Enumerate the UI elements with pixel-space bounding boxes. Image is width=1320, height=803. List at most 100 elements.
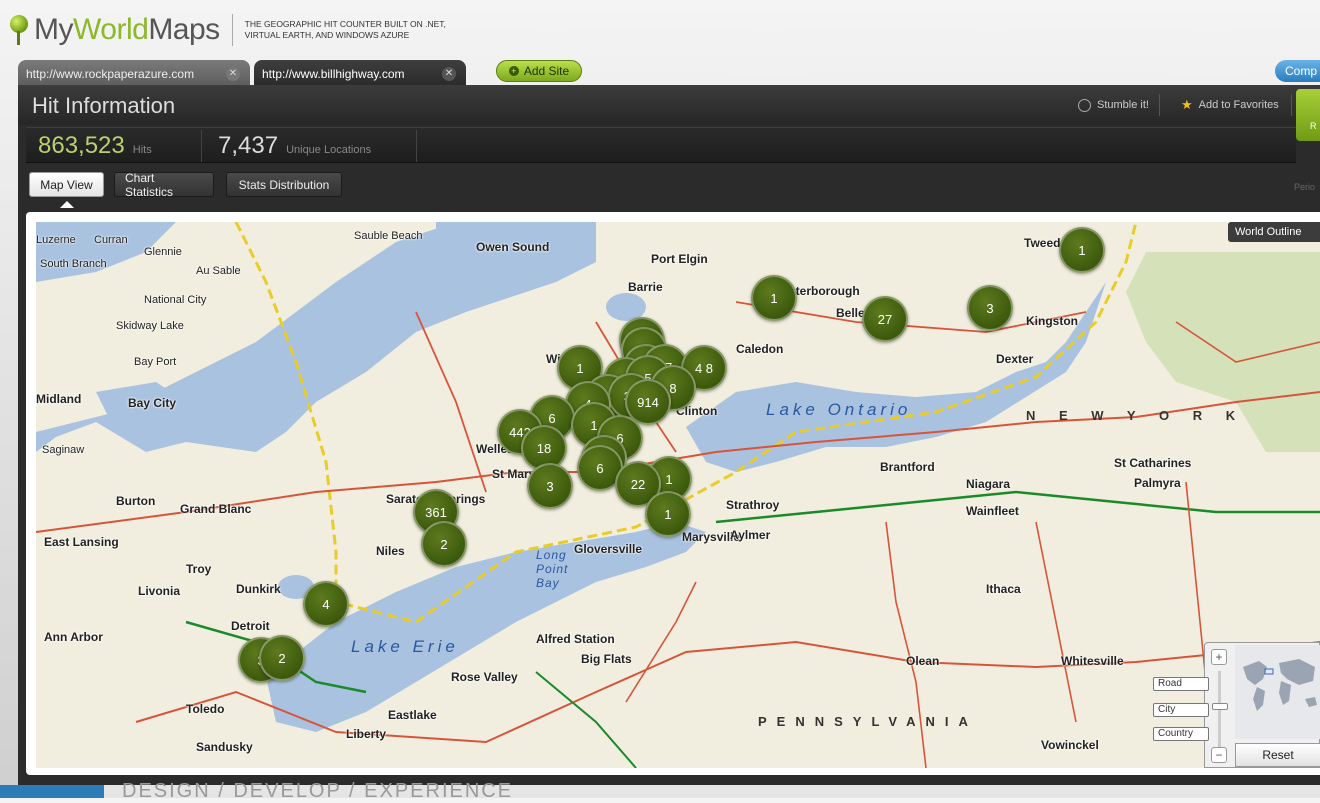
map-style-road[interactable]: Road	[1153, 677, 1209, 691]
city-label: Ann Arbor	[44, 630, 103, 644]
city-label: Kingston	[1026, 314, 1078, 328]
zoom-out-button[interactable]: −	[1211, 747, 1227, 763]
city-label: Whitesville	[1061, 654, 1124, 668]
site-tab-bar: http://www.rockpaperazure.com ✕ http://w…	[18, 58, 1320, 87]
city-label: National City	[144, 294, 207, 306]
close-tab-icon[interactable]: ✕	[226, 67, 240, 81]
add-to-favorites-button[interactable]: ★ Add to Favorites	[1175, 94, 1292, 116]
city-label: Liberty	[346, 727, 387, 741]
tagline: THE GEOGRAPHIC HIT COUNTER BUILT ON .NET…	[244, 19, 446, 40]
tab-billhighway[interactable]: http://www.billhighway.com ✕	[254, 60, 466, 87]
panel-title: Hit Information	[32, 93, 176, 118]
view-tab-bar: Map View Chart Statistics Stats Distribu…	[18, 165, 1320, 209]
panel-header: Hit Information Stumble it! ★ Add to Fav…	[18, 85, 1320, 141]
lake-ontario-label: Lake Ontario	[766, 400, 912, 419]
city-label: Detroit	[231, 619, 270, 633]
brand-header: MyWorldMaps THE GEOGRAPHIC HIT COUNTER B…	[8, 10, 505, 50]
city-label: Bay City	[128, 396, 177, 410]
add-site-button[interactable]: + Add Site	[496, 60, 582, 82]
hit-cluster-marker[interactable]: 1	[751, 275, 797, 321]
city-label: Owen Sound	[476, 240, 550, 254]
footer-accent	[0, 785, 104, 798]
city-label: Saginaw	[42, 444, 85, 456]
hit-cluster-marker[interactable]: 1	[1059, 227, 1105, 273]
city-label: Rose Valley	[451, 670, 518, 684]
map-canvas[interactable]: Lake Ontario Lake Erie Long Point Bay PE…	[36, 222, 1320, 768]
zoom-in-button[interactable]: +	[1211, 649, 1227, 665]
minimap-continents	[1243, 659, 1317, 711]
city-label: Gloversville	[574, 542, 643, 556]
add-site-label: Add Site	[523, 64, 570, 78]
stumble-label: Stumble it!	[1097, 99, 1149, 111]
city-label: Grand Blanc	[180, 502, 252, 516]
hit-cluster-marker[interactable]: 4	[303, 581, 349, 627]
city-label: South Branch	[40, 258, 107, 270]
hit-cluster-marker[interactable]: 3	[527, 463, 573, 509]
city-label: East Lansing	[44, 535, 119, 549]
tab-rockpaperazure[interactable]: http://www.rockpaperazure.com ✕	[18, 60, 250, 87]
unique-locations-stat: 7,437 Unique Locations	[218, 132, 371, 160]
tab-stats-distribution[interactable]: Stats Distribution	[226, 172, 342, 197]
stumble-button[interactable]: Stumble it!	[1070, 94, 1160, 116]
city-label: Bay Port	[134, 356, 177, 368]
close-tab-icon[interactable]: ✕	[442, 67, 456, 81]
star-icon: ★	[1181, 97, 1193, 112]
favorites-label: Add to Favorites	[1198, 99, 1279, 111]
hit-cluster-marker[interactable]: 27	[862, 296, 908, 342]
city-label: Burton	[116, 494, 156, 508]
lake-erie-label: Lake Erie	[351, 637, 459, 656]
tab-chart-statistics[interactable]: Chart Statistics	[114, 171, 214, 199]
map-frame: Lake Ontario Lake Erie Long Point Bay PE…	[26, 212, 1320, 775]
city-label: Barrie	[628, 280, 663, 294]
hit-cluster-marker[interactable]: 1	[645, 491, 691, 537]
tab-map-view[interactable]: Map View	[29, 172, 104, 208]
hits-label: Hits	[132, 144, 152, 156]
city-label: Niles	[376, 544, 405, 558]
stat-divider	[416, 130, 417, 162]
city-label: Au Sable	[196, 265, 241, 277]
world-outline-toggle[interactable]: World Outline	[1228, 222, 1320, 242]
period-label: Perio	[1294, 182, 1316, 192]
reset-map-button[interactable]: Reset	[1235, 743, 1320, 767]
city-label: Strathroy	[726, 498, 780, 512]
tab-label: http://www.billhighway.com	[262, 66, 405, 81]
stats-bar: 863,523 Hits 7,437 Unique Locations	[26, 127, 1296, 163]
city-label: Big Flats	[581, 652, 632, 666]
zoom-slider-thumb[interactable]	[1212, 703, 1228, 710]
map-navigation-control: + − Road City Country Reset	[1153, 642, 1320, 768]
map-style-city[interactable]: City	[1153, 703, 1209, 717]
city-label: Sandusky	[196, 740, 253, 754]
city-label: Brantford	[880, 460, 935, 474]
city-label: Alfred Station	[536, 632, 615, 646]
city-label: Eastlake	[388, 708, 437, 722]
world-minimap[interactable]	[1235, 645, 1320, 739]
city-label: Niagara	[966, 477, 1011, 491]
city-label: Skidway Lake	[116, 320, 184, 332]
compare-button[interactable]: Comp	[1275, 60, 1320, 82]
city-label: Livonia	[138, 584, 181, 598]
city-label: Midland	[36, 392, 82, 406]
city-label: Olean	[906, 654, 940, 668]
city-label: Dexter	[996, 352, 1034, 366]
new-york-label: N E W Y O R K	[1026, 408, 1246, 423]
logo-text: MyWorldMaps	[34, 13, 220, 46]
city-label: St Catharines	[1114, 456, 1192, 470]
hit-cluster-marker[interactable]: 2	[421, 521, 467, 567]
hits-value: 863,523	[38, 132, 125, 159]
globe-icon	[1078, 98, 1091, 112]
city-label: Port Elgin	[651, 252, 708, 266]
city-label: Toledo	[186, 702, 225, 716]
hit-cluster-marker[interactable]: 2	[259, 635, 305, 681]
map-style-country[interactable]: Country	[1153, 727, 1209, 741]
city-label: Tweed	[1024, 236, 1061, 250]
city-label: Aylmer	[730, 528, 771, 542]
city-label: Wainfleet	[966, 504, 1019, 518]
city-label: Dunkirk	[236, 582, 281, 596]
refresh-button[interactable]: R	[1296, 89, 1320, 141]
map-pin-logo-icon	[8, 15, 30, 45]
city-label: Caledon	[736, 342, 784, 356]
city-label: Palmyra	[1134, 476, 1181, 490]
hit-cluster-marker[interactable]: 3	[967, 285, 1013, 331]
unique-label: Unique Locations	[286, 144, 372, 156]
city-label: Troy	[186, 562, 212, 576]
